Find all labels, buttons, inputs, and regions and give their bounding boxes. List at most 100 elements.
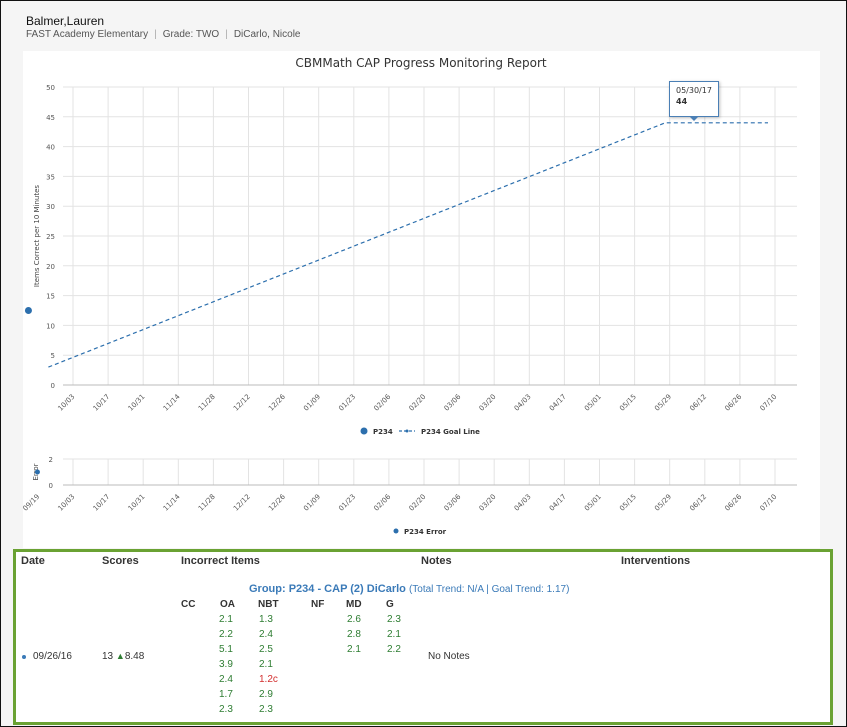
x-tick-label: 11/14 (162, 392, 182, 412)
y-tick-label: 15 (46, 293, 55, 301)
teacher-name: DiCarlo, Nicole (233, 29, 301, 40)
item-oa-cell: 2.4 (219, 674, 233, 685)
error-x-tick-label: 10/03 (56, 493, 76, 513)
item-nbt-cell: 1.2c (259, 674, 278, 685)
y-tick-label: 0 (51, 382, 55, 390)
error-x-tick-label: 01/23 (337, 493, 357, 513)
error-x-tick-label: 12/26 (267, 492, 287, 512)
error-x-tick-label: 03/20 (478, 493, 498, 513)
score-trend: 8.48 (124, 651, 145, 662)
y-tick-label: 50 (46, 84, 55, 92)
school-name: FAST Academy Elementary (26, 29, 149, 40)
score-point (24, 307, 32, 314)
header-date: Date (21, 555, 45, 567)
tooltip-value: 44 (676, 97, 688, 106)
x-tick-label: 12/12 (232, 393, 252, 413)
x-tick-label: 05/01 (583, 393, 603, 413)
error-x-tick-label: 09/19 (23, 493, 41, 513)
row-notes: No Notes (428, 651, 470, 662)
error-x-tick-label: 06/26 (723, 492, 743, 512)
y-tick-label: 40 (46, 144, 55, 152)
row-bullet (22, 655, 26, 659)
student-info-line: FAST Academy Elementary | Grade: TWO | DiCar… (26, 29, 301, 40)
error-x-tick-label: 02/20 (407, 493, 427, 513)
x-tick-label: 10/31 (127, 393, 147, 413)
header-incorrect-items: Incorrect Items (181, 555, 260, 567)
item-nbt-cell: 2.1 (259, 659, 273, 670)
y-tick-label: 30 (46, 203, 55, 211)
x-tick-label: 05/15 (618, 393, 638, 413)
x-tick-label: 04/17 (548, 393, 568, 413)
x-tick-label: 02/06 (372, 392, 392, 412)
domain-header-nbt: NBT (258, 599, 279, 610)
item-md-cell: 2.8 (347, 629, 361, 640)
report-frame: Balmer,Lauren FAST Academy Elementary | Gr… (0, 0, 847, 727)
group-trend: (Total Trend: N/A | Goal Trend: 1.17) (408, 584, 570, 595)
legend-goal-line-label: P234 Goal Line (421, 428, 480, 436)
scores-table: Date Scores Incorrect Items Notes Interv… (13, 549, 833, 725)
item-oa-cell: 2.1 (219, 614, 233, 625)
x-tick-label: 10/17 (92, 393, 112, 413)
trend-up-icon: ▲ (115, 651, 125, 661)
separator: | (154, 29, 157, 40)
separator: | (225, 29, 228, 40)
legend-error-marker (393, 528, 399, 534)
item-oa-cell: 3.9 (219, 659, 233, 670)
item-nbt-cell: 1.3 (259, 614, 273, 625)
x-tick-label: 02/20 (407, 393, 427, 413)
progress-chart: CBMMath CAP Progress Monitoring Report05… (23, 56, 797, 536)
item-nbt-cell: 2.5 (259, 644, 273, 655)
legend-error-label: P234 Error (404, 528, 447, 536)
item-oa-cell: 1.7 (219, 689, 233, 700)
error-x-tick-label: 01/09 (302, 493, 322, 513)
error-x-tick-label: 05/15 (618, 493, 638, 513)
x-tick-label: 06/12 (688, 393, 708, 413)
student-name: Balmer,Lauren (26, 14, 105, 28)
item-md-cell: 2.6 (347, 614, 361, 625)
item-oa-cell: 5.1 (219, 644, 233, 655)
domain-header-g: G (386, 599, 394, 610)
x-tick-label: 12/26 (267, 392, 287, 412)
error-x-tick-label: 11/14 (162, 492, 182, 512)
legend-p234-marker (360, 427, 368, 435)
header-notes: Notes (421, 555, 452, 567)
row-date: 09/26/16 (33, 651, 72, 662)
group-name: Group: P234 - CAP (2) DiCarlo (249, 583, 406, 595)
error-x-tick-label: 07/10 (758, 493, 778, 513)
error-x-tick-label: 05/29 (653, 493, 673, 513)
item-oa-cell: 2.3 (219, 704, 233, 715)
error-x-tick-label: 10/31 (127, 493, 147, 513)
score-value: 13 (102, 651, 114, 662)
x-tick-label: 03/20 (478, 393, 498, 413)
error-x-tick-label: 11/28 (197, 493, 217, 513)
error-x-tick-label: 04/03 (513, 493, 533, 513)
tooltip-date: 05/30/17 (676, 86, 712, 95)
domain-header-cc: CC (181, 599, 196, 610)
x-tick-label: 03/06 (443, 392, 463, 412)
x-tick-label: 01/09 (302, 393, 322, 413)
error-point (34, 469, 40, 475)
y-tick-label: 10 (46, 322, 55, 330)
legend-goal-line-dot (405, 429, 409, 433)
y-tick-label: 25 (46, 233, 55, 241)
chart-panel: CBMMath CAP Progress Monitoring Report 0 5… (23, 51, 820, 548)
item-g-cell: 2.3 (387, 614, 401, 625)
item-nbt-cell: 2.3 (259, 704, 273, 715)
x-tick-label: 04/03 (513, 393, 533, 413)
error-x-tick-label: 04/17 (548, 493, 568, 513)
x-tick-label: 05/29 (653, 393, 673, 413)
error-x-tick-label: 12/12 (232, 493, 252, 513)
header-interventions: Interventions (621, 555, 691, 567)
item-g-cell: 2.1 (387, 629, 401, 640)
error-x-tick-label: 02/06 (372, 492, 392, 512)
error-x-tick-label: 06/12 (688, 493, 708, 513)
group-line: Group: P234 - CAP (2) DiCarlo (Total Tre… (249, 583, 569, 595)
y-tick-label: 45 (46, 114, 55, 122)
y-tick-label: 5 (51, 352, 55, 360)
domain-header-md: MD (346, 599, 362, 610)
x-tick-label: 01/23 (337, 393, 357, 413)
goal-line (48, 122, 768, 368)
domain-header-nf: NF (311, 599, 325, 610)
item-nbt-cell: 2.9 (259, 689, 273, 700)
grade-label: Grade: TWO (162, 29, 220, 40)
